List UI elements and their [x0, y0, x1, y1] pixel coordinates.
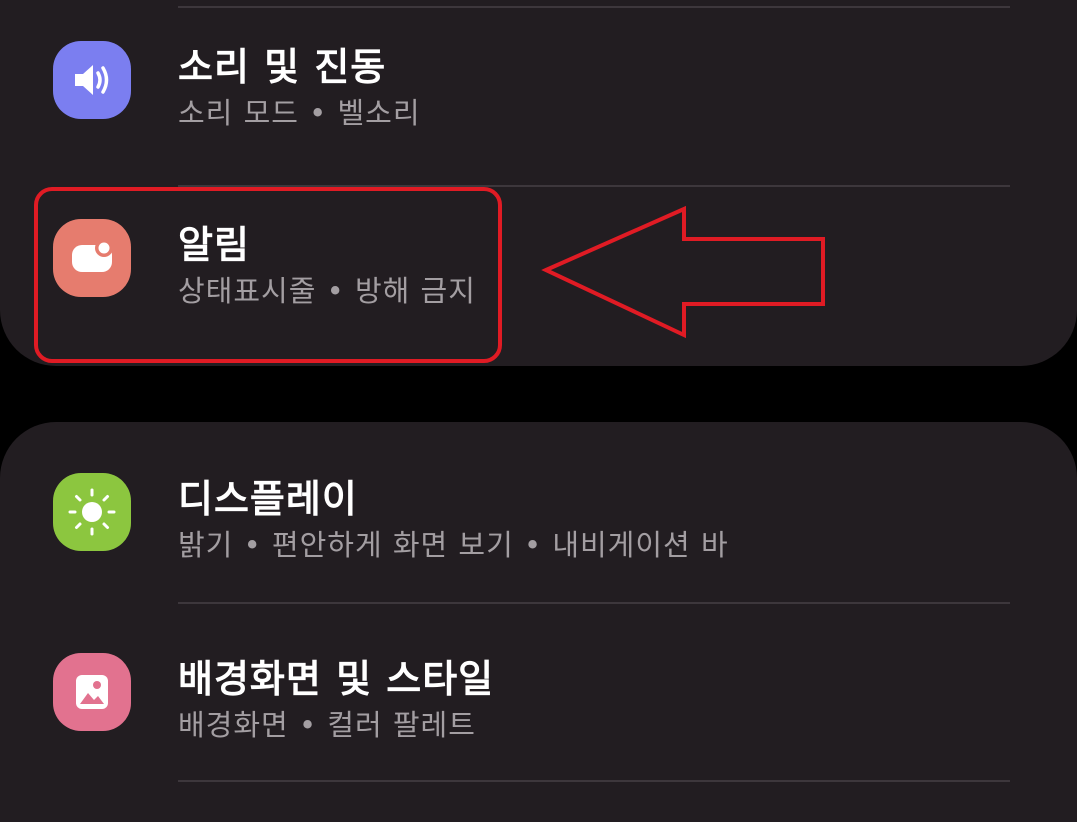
wallpaper-icon	[53, 653, 131, 731]
speaker-icon	[53, 41, 131, 119]
sun-icon	[53, 473, 131, 551]
settings-item-wallpaper-style[interactable]: 배경화면 및 스타일 배경화면 • 컬러 팔레트	[0, 612, 1077, 752]
divider	[178, 602, 1010, 604]
settings-item-title: 배경화면 및 스타일	[178, 657, 495, 701]
pointer-arrow-icon	[541, 205, 825, 339]
highlight-box	[34, 187, 502, 363]
settings-item-sound-vibration[interactable]: 소리 및 진동 소리 모드 • 벨소리	[0, 0, 1077, 140]
settings-item-display[interactable]: 디스플레이 밝기 • 편안하게 화면 보기 • 내비게이션 바	[0, 432, 1077, 572]
settings-item-subtitle: 밝기 • 편안하게 화면 보기 • 내비게이션 바	[178, 528, 729, 562]
settings-group-2: 디스플레이 밝기 • 편안하게 화면 보기 • 내비게이션 바 배경화면 및 스…	[0, 422, 1077, 822]
settings-item-title: 소리 및 진동	[178, 45, 387, 89]
settings-item-subtitle: 배경화면 • 컬러 팔레트	[178, 708, 476, 742]
divider	[178, 780, 1010, 782]
settings-item-title: 디스플레이	[178, 477, 358, 521]
settings-item-subtitle: 소리 모드 • 벨소리	[178, 96, 421, 130]
